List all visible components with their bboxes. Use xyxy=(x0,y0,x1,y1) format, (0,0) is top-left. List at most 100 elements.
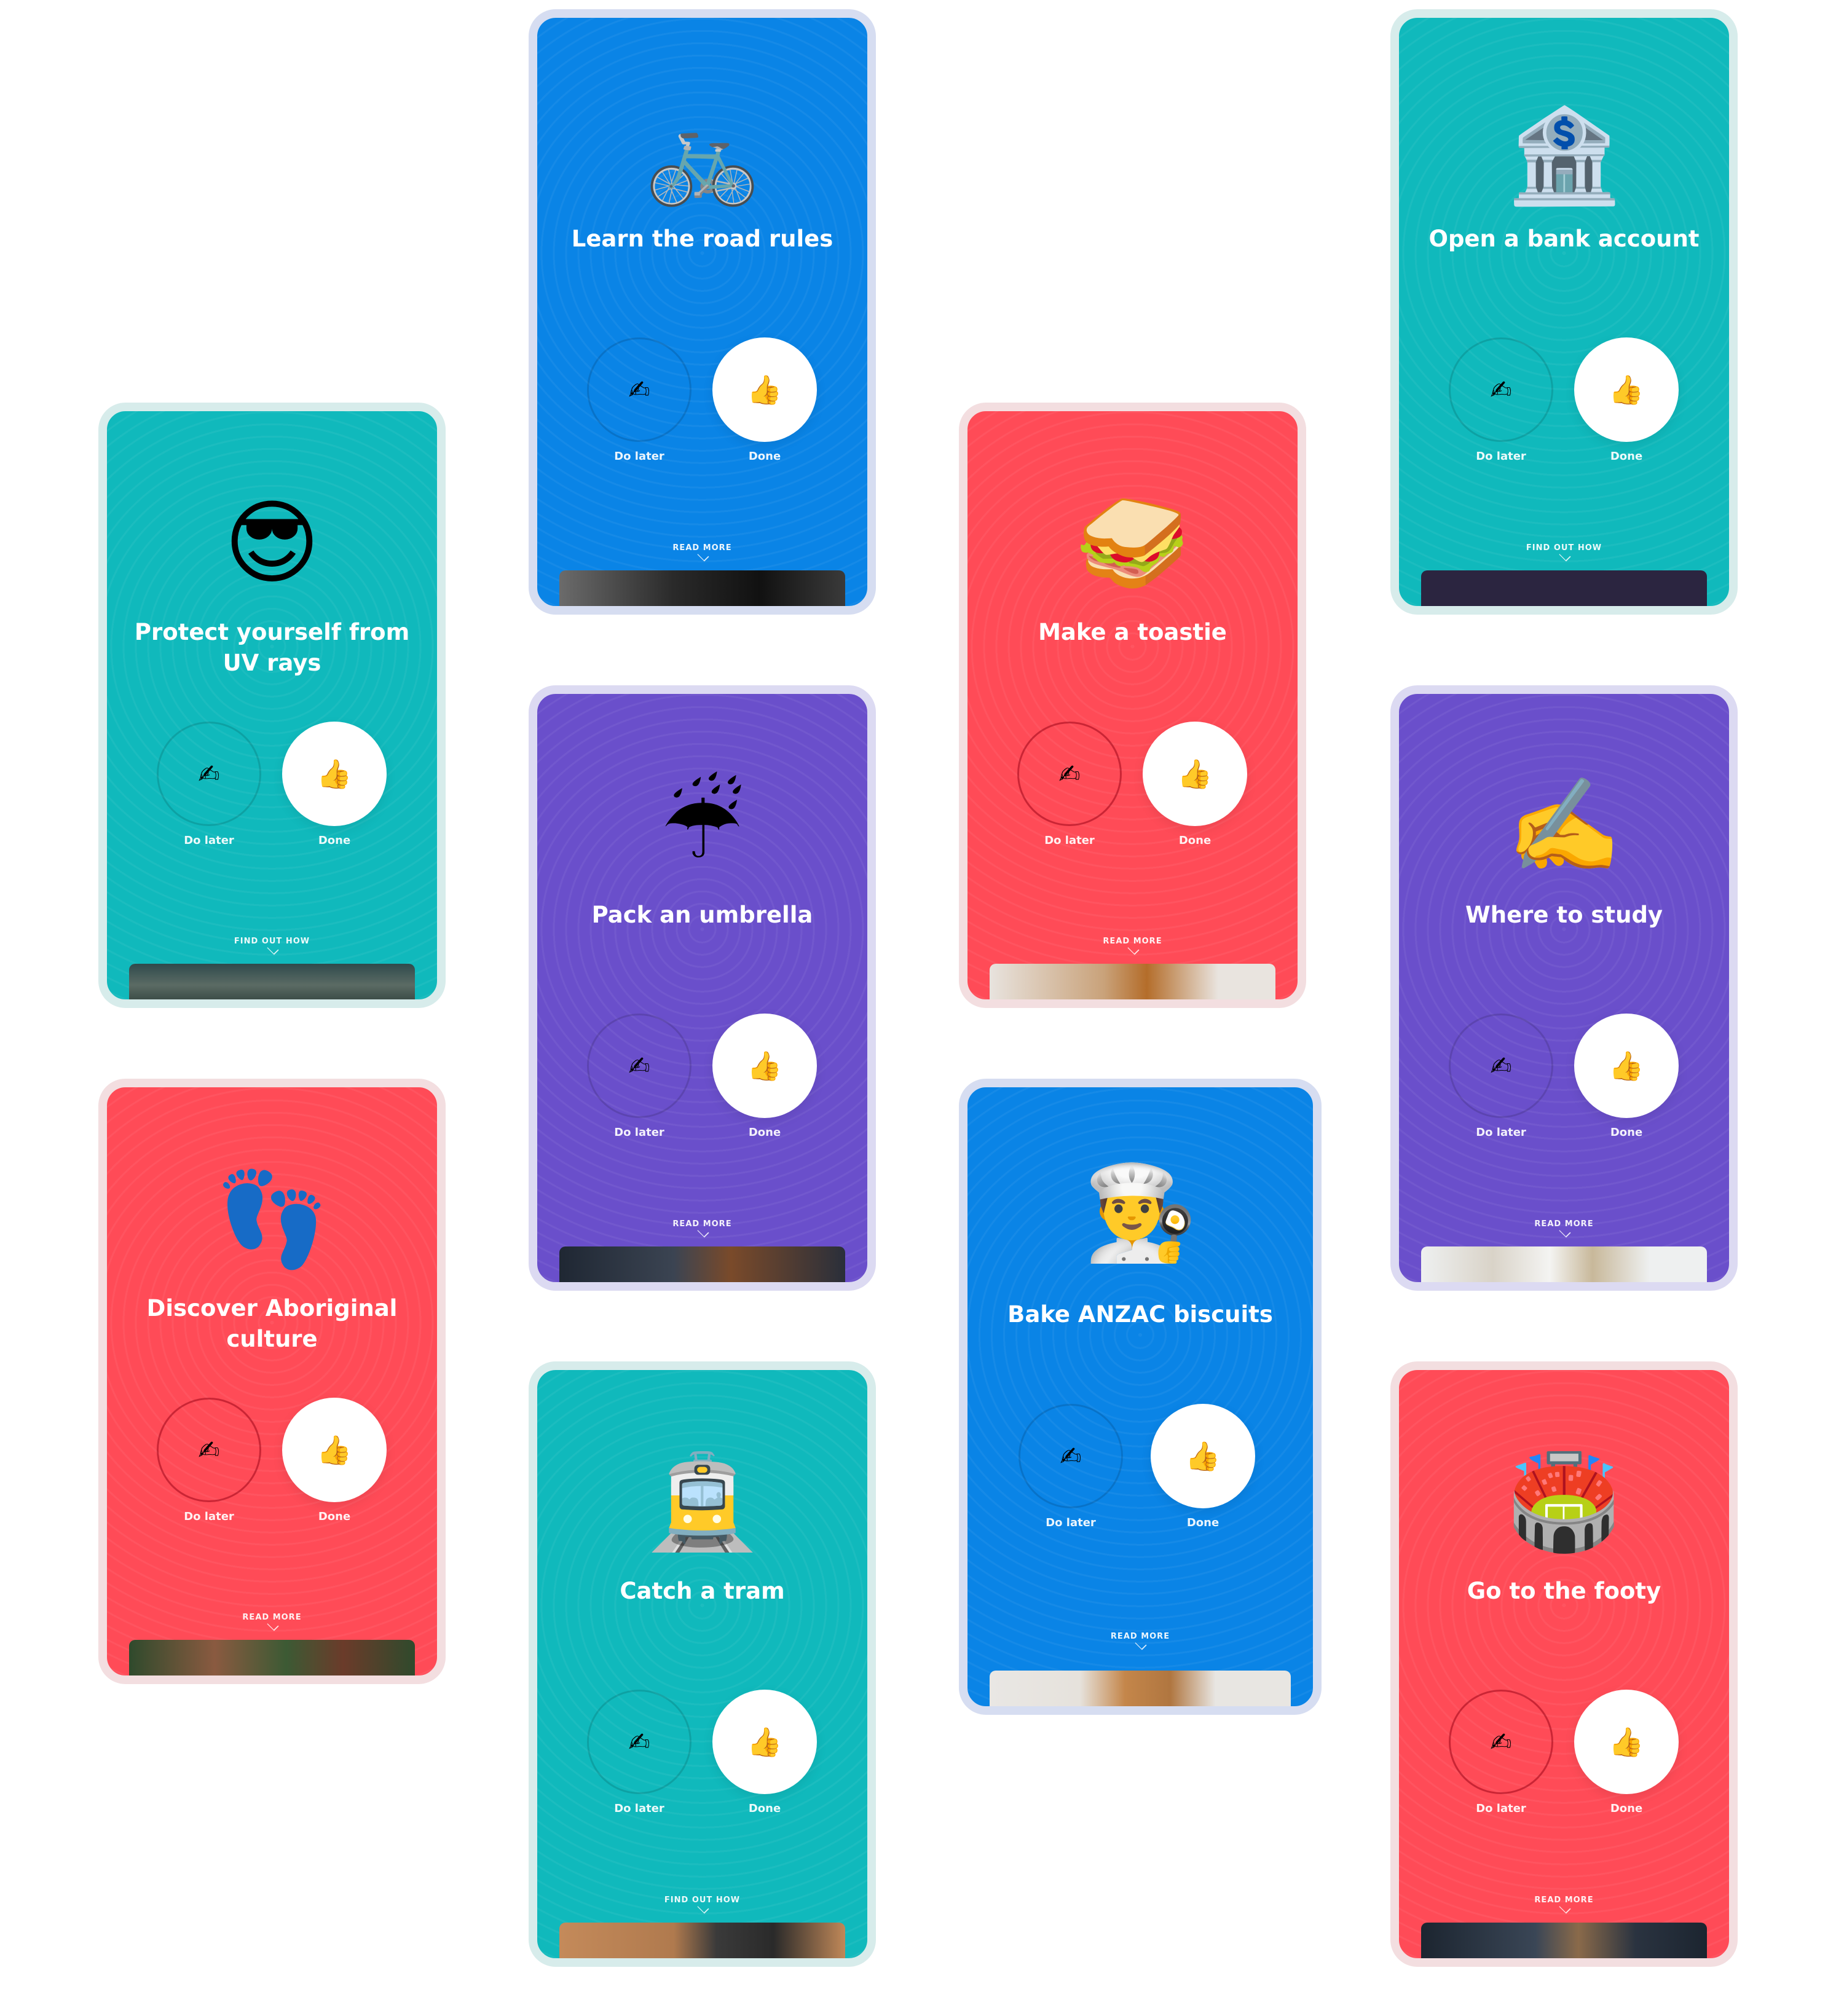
done-label: Done xyxy=(1186,1516,1219,1529)
card-title: Learn the road rules xyxy=(571,226,833,252)
writing-hand-icon: ✍ xyxy=(628,1050,650,1081)
stadium-emoji-icon: 🏟️ xyxy=(1507,1449,1621,1556)
bank-emoji-icon: 🏦 xyxy=(1507,103,1621,210)
thumbs-up-icon: 👍 xyxy=(1609,372,1644,406)
writing-hand-icon: ✍ xyxy=(198,1435,220,1465)
writing-hand-emoji-icon: ✍️ xyxy=(1507,773,1621,880)
card-make-toastie: 🥪 Make a toastie ✍ 👍 Do later Done READ … xyxy=(959,403,1306,1008)
do-later-button[interactable]: ✍ xyxy=(157,722,261,826)
do-later-button[interactable]: ✍ xyxy=(157,1398,261,1502)
do-later-button[interactable]: ✍ xyxy=(1019,1404,1123,1508)
thumbs-up-icon: 👍 xyxy=(747,1049,782,1082)
card-preview-image xyxy=(559,1923,845,1958)
done-button[interactable]: 👍 xyxy=(282,722,387,826)
card-title: Go to the footy xyxy=(1467,1578,1661,1604)
thumbs-up-icon: 👍 xyxy=(1609,1049,1644,1082)
card-bank-account: 🏦 Open a bank account ✍ 👍 Do later Done … xyxy=(1390,9,1738,615)
done-button[interactable]: 👍 xyxy=(282,1398,387,1502)
done-button[interactable]: 👍 xyxy=(712,1014,817,1118)
done-label: Done xyxy=(748,1802,781,1815)
writing-hand-icon: ✍ xyxy=(198,758,220,789)
writing-hand-icon: ✍ xyxy=(1060,1441,1082,1471)
done-button[interactable]: 👍 xyxy=(1574,1014,1679,1118)
card-title: Protect yourself from UV rays xyxy=(134,619,410,676)
writing-hand-icon: ✍ xyxy=(1058,758,1081,789)
thumbs-up-icon: 👍 xyxy=(1609,1725,1644,1758)
do-later-label: Do later xyxy=(614,1126,664,1139)
do-later-label: Do later xyxy=(1476,450,1526,463)
done-button[interactable]: 👍 xyxy=(1143,722,1247,826)
do-later-label: Do later xyxy=(614,1802,664,1815)
do-later-label: Do later xyxy=(1476,1126,1526,1139)
card-protect-uv: 😎 Protect yourself from UV rays ✍ 👍 Do l… xyxy=(98,403,446,1008)
card-preview-image xyxy=(559,1246,845,1282)
sandwich-emoji-icon: 🥪 xyxy=(1075,490,1190,597)
do-later-label: Do later xyxy=(184,834,234,847)
done-button[interactable]: 👍 xyxy=(1151,1404,1255,1508)
card-preview-image xyxy=(990,1671,1291,1706)
do-later-button[interactable]: ✍ xyxy=(587,337,692,442)
umbrella-rain-emoji-icon: ☔ xyxy=(661,773,744,880)
footprints-emoji-icon: 👣 xyxy=(215,1166,329,1273)
do-later-label: Do later xyxy=(1476,1802,1526,1815)
done-button[interactable]: 👍 xyxy=(1574,1690,1679,1794)
card-aboriginal-culture: 👣 Discover Aboriginal culture ✍ 👍 Do lat… xyxy=(98,1079,446,1684)
do-later-label: Do later xyxy=(1044,834,1095,847)
writing-hand-icon: ✍ xyxy=(1490,1050,1512,1081)
tram-emoji-icon: 🚊 xyxy=(645,1449,760,1556)
card-preview-image xyxy=(129,1640,415,1675)
card-title: Pack an umbrella xyxy=(591,902,813,928)
thumbs-up-icon: 👍 xyxy=(1185,1439,1221,1473)
card-title: Open a bank account xyxy=(1428,226,1700,252)
bicycle-emoji-icon: 🚲 xyxy=(645,103,760,210)
do-later-button[interactable]: ✍ xyxy=(1449,1690,1553,1794)
thumbs-up-icon: 👍 xyxy=(317,757,352,790)
card-catch-tram: 🚊 Catch a tram ✍ 👍 Do later Done FIND OU… xyxy=(529,1361,876,1967)
card-title: Where to study xyxy=(1465,902,1663,928)
card-title: Make a toastie xyxy=(1038,619,1227,645)
thumbs-up-icon: 👍 xyxy=(317,1433,352,1467)
card-preview-image xyxy=(559,570,845,606)
writing-hand-icon: ✍ xyxy=(628,374,650,405)
card-title: Catch a tram xyxy=(620,1578,785,1604)
writing-hand-icon: ✍ xyxy=(1490,1727,1512,1757)
thumbs-up-icon: 👍 xyxy=(747,372,782,406)
cook-emoji-icon: 👨‍🍳 xyxy=(1082,1160,1198,1267)
card-preview-image xyxy=(1421,570,1707,606)
card-where-to-study: ✍️ Where to study ✍ 👍 Do later Done READ… xyxy=(1390,685,1738,1291)
writing-hand-icon: ✍ xyxy=(1490,374,1512,405)
done-button[interactable]: 👍 xyxy=(712,1690,817,1794)
card-preview-image xyxy=(1421,1246,1707,1282)
done-label: Done xyxy=(1610,1802,1643,1815)
writing-hand-icon: ✍ xyxy=(628,1727,650,1757)
card-preview-image xyxy=(990,964,1275,999)
done-button[interactable]: 👍 xyxy=(1574,337,1679,442)
do-later-button[interactable]: ✍ xyxy=(587,1690,692,1794)
card-pack-umbrella: ☔ Pack an umbrella ✍ 👍 Do later Done REA… xyxy=(529,685,876,1291)
card-title: Discover Aboriginal culture xyxy=(146,1295,398,1352)
done-label: Done xyxy=(1610,450,1643,463)
done-label: Done xyxy=(748,1126,781,1139)
do-later-label: Do later xyxy=(184,1510,234,1523)
do-later-button[interactable]: ✍ xyxy=(1449,337,1553,442)
done-label: Done xyxy=(1178,834,1212,847)
do-later-button[interactable]: ✍ xyxy=(1017,722,1122,826)
done-label: Done xyxy=(748,450,781,463)
sunglasses-emoji-icon: 😎 xyxy=(224,490,320,597)
do-later-button[interactable]: ✍ xyxy=(1449,1014,1553,1118)
card-road-rules: 🚲 Learn the road rules ✍ 👍 Do later Done… xyxy=(529,9,876,615)
card-go-to-footy: 🏟️ Go to the footy ✍ 👍 Do later Done REA… xyxy=(1390,1361,1738,1967)
do-later-button[interactable]: ✍ xyxy=(587,1014,692,1118)
thumbs-up-icon: 👍 xyxy=(1177,757,1213,790)
card-preview-image xyxy=(129,964,415,999)
card-title: Bake ANZAC biscuits xyxy=(1007,1301,1273,1328)
card-preview-image xyxy=(1421,1923,1707,1958)
card-anzac-biscuits: 👨‍🍳 Bake ANZAC biscuits ✍ 👍 Do later Don… xyxy=(959,1079,1322,1715)
thumbs-up-icon: 👍 xyxy=(747,1725,782,1758)
do-later-label: Do later xyxy=(1046,1516,1096,1529)
done-label: Done xyxy=(318,834,351,847)
done-label: Done xyxy=(318,1510,351,1523)
do-later-label: Do later xyxy=(614,450,664,463)
done-button[interactable]: 👍 xyxy=(712,337,817,442)
done-label: Done xyxy=(1610,1126,1643,1139)
